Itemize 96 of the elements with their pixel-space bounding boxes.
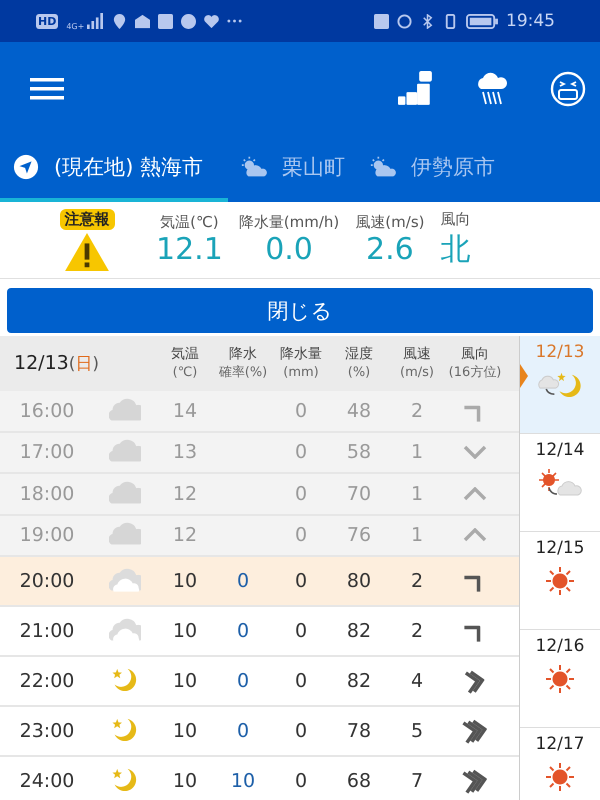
partly-cloudy-icon xyxy=(369,154,397,180)
temperature-cell-text: 10 xyxy=(172,770,198,792)
time-cell-text: 17:00 xyxy=(18,441,76,464)
temperature-cell-text: 10 xyxy=(172,570,198,592)
temperature-cell-text: 12 xyxy=(172,482,198,505)
network-type: 4G+ xyxy=(66,22,84,30)
probability-cell: 0 xyxy=(236,670,250,692)
humidity-cell-text: 80 xyxy=(346,570,372,592)
time-cell-text: 18:00 xyxy=(18,482,76,505)
heart-icon xyxy=(204,14,220,28)
wind-speed-cell-text: 2 xyxy=(410,570,424,592)
more-icon xyxy=(227,19,242,23)
humidity-cell-text: 82 xyxy=(346,670,372,692)
column-header: 降水量 (mm) xyxy=(279,345,323,382)
menu-icon[interactable] xyxy=(30,78,64,100)
blocks-icon[interactable] xyxy=(398,70,434,106)
time-cell-text: 20:00 xyxy=(18,570,76,592)
wind-speed-cell-text: 5 xyxy=(410,720,424,742)
temperature-cell-text: 12 xyxy=(172,524,198,546)
temperature-cell-text: 10 xyxy=(172,720,198,742)
location-tab[interactable]: (現在地) 熱海市 xyxy=(0,135,228,202)
probability-cell: 10 xyxy=(230,770,256,792)
hd-indicator: HD xyxy=(36,14,58,28)
day-date: 12/16 xyxy=(536,636,584,656)
day-card[interactable]: 12/14 xyxy=(520,434,600,532)
precipitation-cell-text: 0 xyxy=(294,770,308,792)
day-date: 12/17 xyxy=(536,734,584,754)
column-header: 気温 (℃) xyxy=(170,345,200,382)
wind-speed-cell-text: 1 xyxy=(410,482,424,505)
day-card[interactable]: 12/15 xyxy=(520,532,600,630)
day-card[interactable]: 12/17 xyxy=(520,728,600,800)
probability-cell: 0 xyxy=(236,570,250,592)
column-header: 湿度 (%) xyxy=(344,345,374,382)
location-pin-icon xyxy=(112,14,128,28)
advisory-badge: 注意報 xyxy=(60,208,114,230)
temperature-cell-text: 13 xyxy=(172,441,198,464)
condition-value: 2.6 xyxy=(366,232,414,267)
partly-cloudy-icon xyxy=(240,154,268,180)
day-date: 12/14 xyxy=(536,440,584,460)
wind-speed-cell-text: 2 xyxy=(410,400,424,422)
wind-speed-cell-text: 2 xyxy=(410,620,424,642)
temperature-cell-text: 10 xyxy=(172,620,198,642)
date-heading: 12/13(日) xyxy=(13,352,100,375)
column-header: 降水 確率(%) xyxy=(218,345,268,382)
wind-speed-cell-text: 1 xyxy=(410,524,424,546)
time-cell-text: 22:00 xyxy=(18,670,76,692)
condition-value: 0.0 xyxy=(265,232,313,267)
vibrate-icon xyxy=(443,14,458,28)
wind-speed-cell-text: 7 xyxy=(410,770,424,792)
humidity-cell-text: 70 xyxy=(346,482,372,505)
humidity-cell-text: 78 xyxy=(346,720,372,742)
signal-icon xyxy=(86,13,104,29)
selection-pointer-icon xyxy=(520,364,528,388)
probability-cell: 0 xyxy=(236,720,250,742)
clock-time: 19:45 xyxy=(506,11,555,31)
day-date: 12/15 xyxy=(536,538,584,558)
time-cell-text: 23:00 xyxy=(18,720,76,742)
humidity-cell-text: 58 xyxy=(346,441,372,464)
location-tab[interactable]: 伊勢原市 xyxy=(357,135,507,202)
precipitation-cell-text: 0 xyxy=(294,400,308,422)
temperature-cell-text: 14 xyxy=(172,400,198,422)
time-cell-text: 21:00 xyxy=(18,620,76,642)
wind-speed-cell-text: 1 xyxy=(410,441,424,464)
location-tab[interactable]: 栗山町 xyxy=(228,135,357,202)
precipitation-cell-text: 0 xyxy=(294,670,308,692)
probability-cell: 0 xyxy=(236,620,250,642)
humidity-cell-text: 68 xyxy=(346,770,372,792)
column-header: 風向 (16方位) xyxy=(448,345,502,382)
humidity-cell-text: 76 xyxy=(346,524,372,546)
precipitation-cell-text: 0 xyxy=(294,620,308,642)
time-cell-text: 16:00 xyxy=(18,400,76,422)
time-cell-text: 24:00 xyxy=(18,770,76,792)
day-card[interactable]: 12/16 xyxy=(520,630,600,728)
bluetooth-icon xyxy=(420,14,435,28)
column-header: 風速 (m/s) xyxy=(399,345,435,382)
condition-label: 風速(m/s) xyxy=(355,213,424,232)
humidity-cell-text: 82 xyxy=(346,620,372,642)
humidity-cell-text: 48 xyxy=(346,400,372,422)
battery-icon xyxy=(466,14,498,28)
condition-label: 風向 xyxy=(440,210,470,229)
precipitation-cell-text: 0 xyxy=(294,570,308,592)
time-cell-text: 19:00 xyxy=(18,524,76,546)
wind-speed-cell-text: 4 xyxy=(410,670,424,692)
temperature-cell-text: 10 xyxy=(172,670,198,692)
close-button[interactable]: 閉じる xyxy=(7,288,593,333)
condition-label: 気温(℃) xyxy=(160,213,219,232)
precipitation-cell-text: 0 xyxy=(294,524,308,546)
precipitation-cell-text: 0 xyxy=(294,720,308,742)
precipitation-cell-text: 0 xyxy=(294,482,308,505)
warning-icon xyxy=(63,232,111,272)
condition-value: 12.1 xyxy=(156,232,223,267)
face-mask-icon[interactable] xyxy=(550,70,586,106)
precipitation-cell-text: 0 xyxy=(294,441,308,464)
condition-value: 北 xyxy=(440,231,470,269)
day-date: 12/13 xyxy=(536,342,584,362)
condition-label: 降水量(mm/h) xyxy=(238,213,340,232)
